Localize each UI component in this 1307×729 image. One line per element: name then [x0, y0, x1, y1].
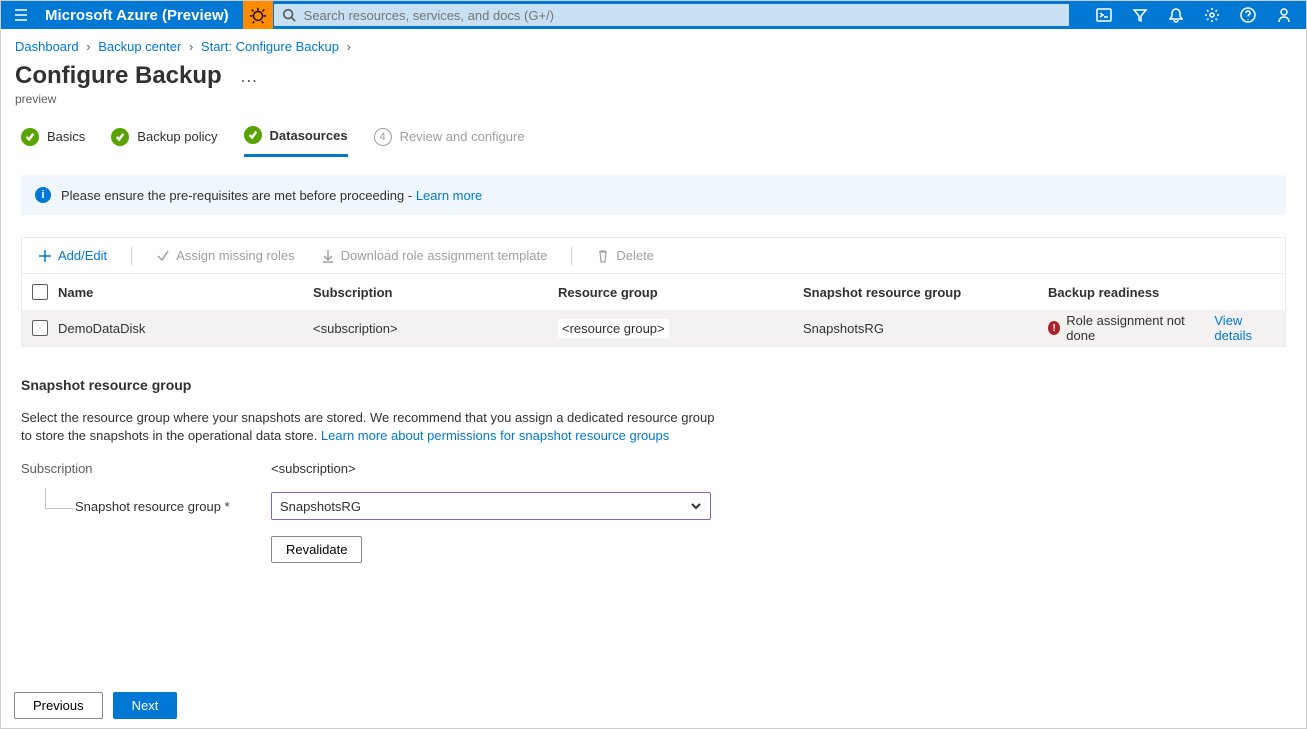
download-template-label: Download role assignment template — [341, 248, 548, 263]
cell-subscription: <subscription> — [313, 321, 558, 336]
step-backup-policy[interactable]: Backup policy — [111, 128, 217, 156]
settings-icon[interactable] — [1194, 1, 1230, 29]
download-icon — [321, 249, 335, 263]
step-basics[interactable]: Basics — [21, 128, 85, 156]
chevron-right-icon: › — [343, 39, 355, 54]
global-search[interactable] — [273, 3, 1070, 27]
breadcrumb-dashboard[interactable]: Dashboard — [15, 39, 79, 54]
col-subscription-header: Subscription — [313, 285, 558, 300]
previous-button[interactable]: Previous — [14, 692, 103, 719]
directory-filter-icon[interactable] — [1122, 1, 1158, 29]
info-text: Please ensure the pre-requisites are met… — [61, 188, 416, 203]
plus-icon — [38, 249, 52, 263]
revalidate-button[interactable]: Revalidate — [271, 536, 362, 563]
snapshot-rg-description: Select the resource group where your sna… — [21, 409, 721, 445]
checkmark-icon — [156, 249, 170, 263]
page-title-row: Configure Backup … — [1, 58, 1306, 92]
feedback-icon[interactable] — [1266, 1, 1302, 29]
snapshot-rg-learn-more-link[interactable]: Learn more about permissions for snapsho… — [321, 428, 669, 443]
subscription-label: Subscription — [21, 461, 271, 476]
checkmark-icon — [21, 128, 39, 146]
help-icon[interactable] — [1230, 1, 1266, 29]
next-button[interactable]: Next — [113, 692, 178, 719]
breadcrumb: Dashboard › Backup center › Start: Confi… — [1, 29, 1306, 58]
info-learn-more-link[interactable]: Learn more — [416, 188, 482, 203]
snapshot-rg-select-value: SnapshotsRG — [280, 499, 361, 514]
chevron-right-icon: › — [185, 39, 197, 54]
cell-name: DemoDataDisk — [58, 321, 313, 336]
breadcrumb-configure-backup[interactable]: Start: Configure Backup — [201, 39, 339, 54]
row-checkbox[interactable] — [32, 320, 48, 336]
datasource-table: Name Subscription Resource group Snapsho… — [21, 274, 1286, 347]
step-review[interactable]: 4 Review and configure — [374, 128, 525, 156]
toolbar-divider — [571, 247, 572, 265]
page-subtitle: preview — [1, 92, 1306, 126]
subscription-row: Subscription <subscription> — [21, 461, 1286, 476]
brand-label: Microsoft Azure (Preview) — [41, 7, 243, 24]
notifications-icon[interactable] — [1158, 1, 1194, 29]
col-name-header: Name — [58, 285, 313, 300]
step-number-icon: 4 — [374, 128, 392, 146]
snapshot-rg-select[interactable]: SnapshotsRG — [271, 492, 711, 520]
select-all-checkbox[interactable] — [32, 284, 48, 300]
hamburger-menu-button[interactable] — [1, 1, 41, 29]
error-icon: ! — [1048, 321, 1060, 335]
step-datasources[interactable]: Datasources — [244, 126, 348, 157]
snapshot-rg-row: Snapshot resource group * SnapshotsRG — [21, 492, 1286, 520]
add-edit-label: Add/Edit — [58, 248, 107, 263]
wizard-footer: Previous Next — [14, 692, 177, 719]
download-template-button: Download role assignment template — [313, 244, 556, 267]
more-actions-button[interactable]: … — [240, 66, 259, 87]
cloud-shell-icon[interactable] — [1086, 1, 1122, 29]
col-resource-group-header: Resource group — [558, 285, 803, 300]
cell-readiness: Role assignment not done — [1066, 313, 1198, 343]
snapshot-rg-heading: Snapshot resource group — [21, 377, 1286, 393]
table-header-row: Name Subscription Resource group Snapsho… — [22, 274, 1285, 310]
assign-roles-label: Assign missing roles — [176, 248, 295, 263]
top-bar: Microsoft Azure (Preview) — [1, 1, 1306, 29]
col-snapshot-rg-header: Snapshot resource group — [803, 285, 1048, 300]
info-banner: i Please ensure the pre-requisites are m… — [21, 175, 1286, 215]
cell-resource-group: <resource group> — [558, 319, 669, 338]
add-edit-button[interactable]: Add/Edit — [30, 244, 115, 267]
step-basics-label: Basics — [47, 129, 85, 144]
chevron-right-icon: › — [82, 39, 94, 54]
toolbar-divider — [131, 247, 132, 265]
view-details-link[interactable]: View details — [1214, 313, 1275, 343]
info-icon: i — [35, 187, 51, 203]
step-datasources-label: Datasources — [270, 128, 348, 143]
checkmark-icon — [111, 128, 129, 146]
search-icon — [282, 8, 296, 22]
page-title: Configure Backup — [15, 62, 222, 90]
wizard-steps: Basics Backup policy Datasources 4 Revie… — [1, 126, 1306, 157]
table-row[interactable]: DemoDataDisk <subscription> <resource gr… — [22, 310, 1285, 346]
col-readiness-header: Backup readiness — [1048, 285, 1275, 300]
trash-icon — [596, 249, 610, 263]
checkmark-icon — [244, 126, 262, 144]
subscription-value: <subscription> — [271, 461, 356, 476]
snapshot-rg-label: Snapshot resource group * — [21, 499, 271, 514]
top-right-icons — [1086, 1, 1306, 29]
assign-roles-button: Assign missing roles — [148, 244, 303, 267]
step-review-label: Review and configure — [400, 129, 525, 144]
datasource-toolbar: Add/Edit Assign missing roles Download r… — [21, 237, 1286, 274]
search-input[interactable] — [304, 8, 1061, 23]
step-backup-policy-label: Backup policy — [137, 129, 217, 144]
cell-snapshot-rg: SnapshotsRG — [803, 321, 1048, 336]
delete-button: Delete — [588, 244, 662, 267]
delete-label: Delete — [616, 248, 654, 263]
breadcrumb-backup-center[interactable]: Backup center — [98, 39, 181, 54]
preview-bug-button[interactable] — [243, 1, 273, 29]
chevron-down-icon — [690, 500, 702, 512]
